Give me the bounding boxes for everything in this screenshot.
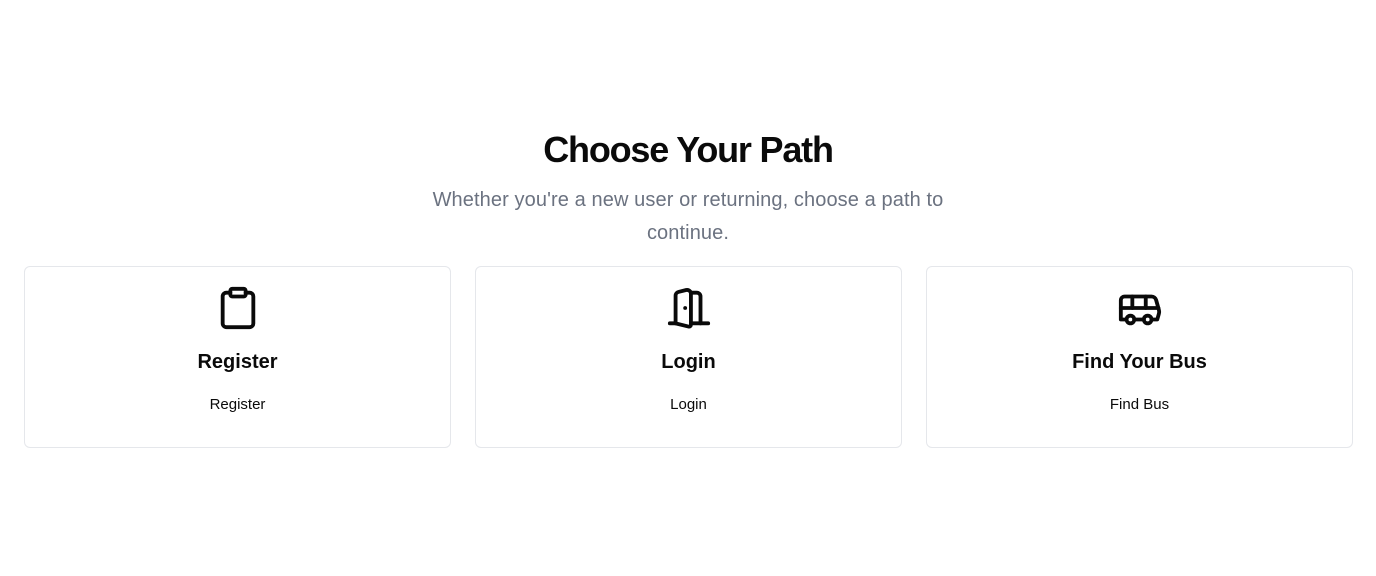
bus-icon [1117, 285, 1163, 331]
page-title: Choose Your Path [543, 129, 834, 170]
login-card-title: Login [661, 351, 716, 373]
header: Choose Your Path Whether you're a new us… [0, 124, 1376, 250]
path-cards: Register Register Login Login Find Your … [24, 266, 1353, 448]
register-link[interactable]: Register [210, 395, 266, 415]
register-card-title: Register [197, 351, 278, 373]
clipboard-icon [215, 285, 261, 331]
door-icon [666, 285, 712, 331]
page-subtitle: Whether you're a new user or returning, … [432, 189, 944, 244]
login-link[interactable]: Login [670, 395, 707, 415]
page: Choose Your Path Whether you're a new us… [0, 0, 1376, 576]
find-bus-card-title: Find Your Bus [1072, 351, 1207, 373]
login-card[interactable]: Login Login [475, 266, 902, 448]
find-bus-link[interactable]: Find Bus [1110, 395, 1169, 415]
register-card[interactable]: Register Register [24, 266, 451, 448]
find-bus-card[interactable]: Find Your Bus Find Bus [926, 266, 1353, 448]
